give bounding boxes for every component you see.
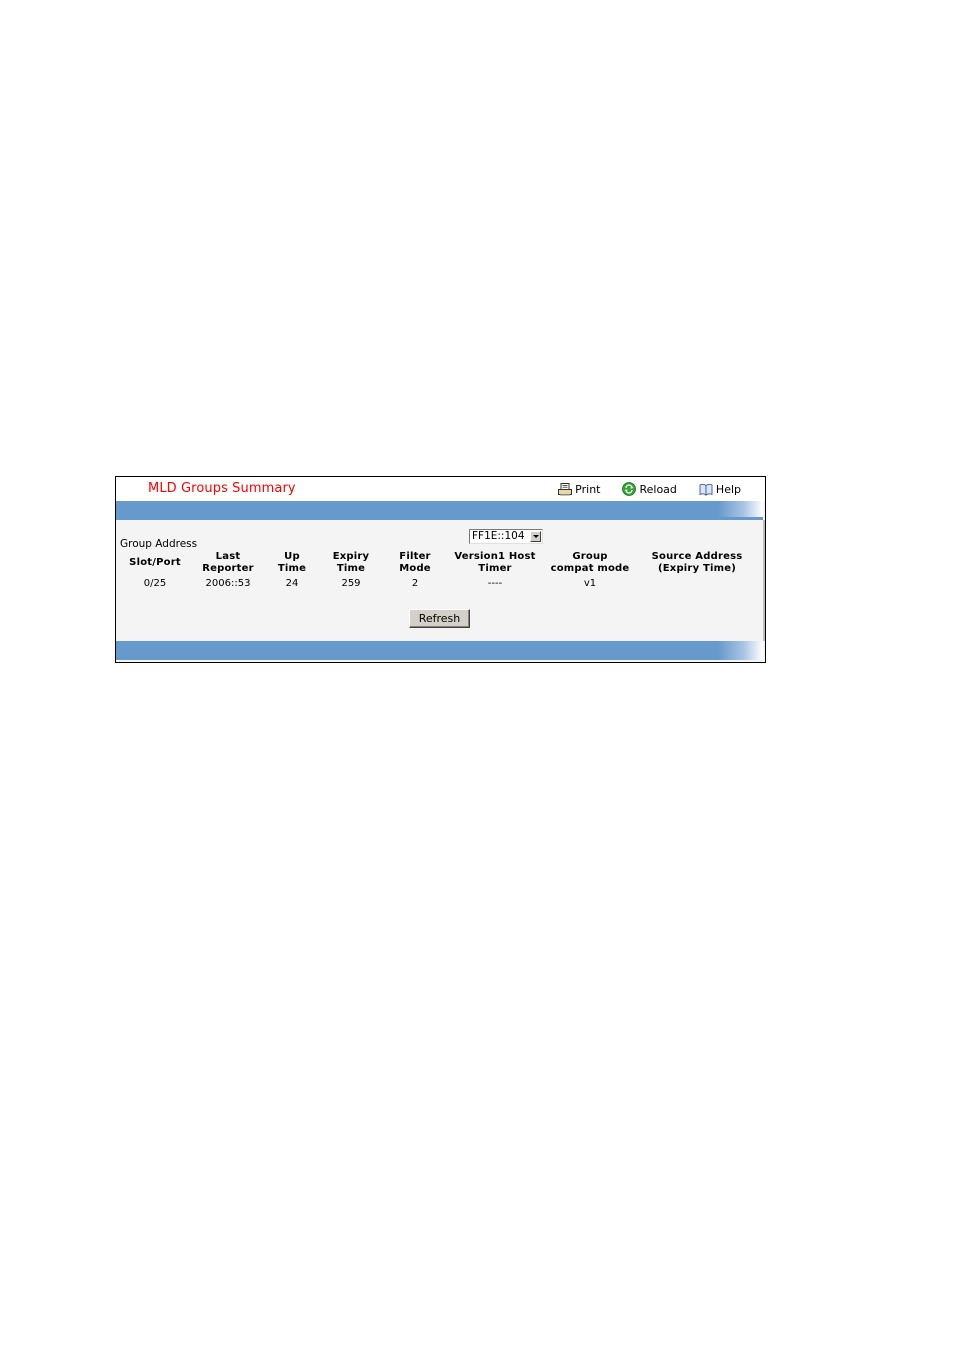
group-address-value: FF1E::104 [472,530,525,542]
mld-groups-table: Slot/Port Last Reporter Up Time Expiry T… [120,551,758,590]
header-text: Expiry [332,551,370,562]
header-text: Group [572,551,608,562]
header-text: Filter [399,551,431,562]
header-text: Slot/Port [129,557,181,568]
table-header-row: Slot/Port Last Reporter Up Time Expiry T… [120,551,758,575]
cell-filter-mode: 2 [411,578,419,589]
reload-icon [622,482,637,496]
column-header-last-reporter: Last Reporter [190,551,266,575]
page-title: MLD Groups Summary [148,481,296,496]
cell-last-reporter: 2006::53 [205,578,251,589]
header-text: Timer [478,563,512,574]
cell-source-address [636,575,758,590]
group-address-select[interactable]: FF1E::104 [469,529,543,544]
chevron-down-icon[interactable] [530,531,541,542]
print-button[interactable]: Print [558,482,600,496]
book-icon [699,483,713,496]
help-label: Help [715,482,741,496]
header-text: (Expiry Time) [658,563,736,574]
help-button[interactable]: Help [699,482,741,496]
cell-slot-port: 0/25 [143,578,167,589]
cell-version1-host-timer: ---- [487,578,503,589]
header-text: compat mode [550,563,630,574]
cell-up-time: 24 [285,578,299,589]
column-header-source-address: Source Address (Expiry Time) [636,551,758,575]
header-bar [116,501,763,517]
column-header-up-time: Up Time [266,551,318,575]
header-text: Last [215,551,241,562]
mld-groups-summary-panel: MLD Groups Summary Print Reload Help Gro… [115,476,766,663]
column-header-slot-port: Slot/Port [120,551,190,575]
column-header-version1-host-timer: Version1 Host Timer [446,551,544,575]
header-text: Version1 Host [454,551,536,562]
header-text: Source Address [651,551,743,562]
content-area: Group Address FF1E::104 Slot/Port Last R… [116,520,765,641]
header-text: Time [277,563,307,574]
column-header-expiry-time: Expiry Time [318,551,384,575]
cell-expiry-time: 259 [341,578,361,589]
print-label: Print [575,482,601,496]
reload-label: Reload [639,482,677,496]
refresh-button[interactable]: Refresh [409,609,470,628]
column-header-filter-mode: Filter Mode [384,551,446,575]
footer-bar [116,641,763,660]
toolbar: Print Reload Help [558,482,741,496]
header-text: Reporter [202,563,254,574]
header-text: Mode [399,563,431,574]
group-address-label: Group Address [120,538,198,550]
column-header-group-compat-mode: Group compat mode [544,551,636,575]
header-text: Time [336,563,366,574]
panel-header: MLD Groups Summary Print Reload Help [116,477,765,501]
reload-button[interactable]: Reload [622,482,677,496]
header-text: Up [284,551,300,562]
cell-group-compat-mode: v1 [583,578,597,589]
table-row: 0/25 2006::53 24 259 2 ---- v1 [120,575,758,590]
printer-icon [558,482,573,496]
